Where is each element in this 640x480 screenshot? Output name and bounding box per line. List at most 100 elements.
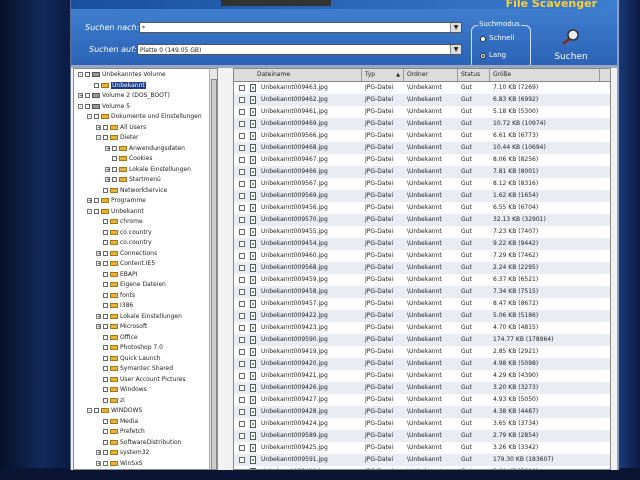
expand-toggle-icon[interactable]: - xyxy=(87,208,92,214)
tree-node-checkbox[interactable] xyxy=(112,177,117,182)
row-checkbox[interactable] xyxy=(239,361,245,367)
tree-node[interactable]: + Anwendungsdaten xyxy=(105,144,185,154)
tree-node[interactable]: Cookies xyxy=(105,154,153,164)
expand-toggle-icon[interactable]: + xyxy=(96,450,101,456)
tree-node[interactable]: + Lokale Einstellungen xyxy=(105,165,191,175)
search-in-combo[interactable]: Platte 0 (149.05 GB) ▼ xyxy=(137,44,462,55)
row-checkbox[interactable] xyxy=(239,385,245,391)
tree-node[interactable]: + Startmenü xyxy=(105,175,161,185)
tree-node[interactable]: Eigene Dateien xyxy=(96,280,166,290)
tree-node-checkbox[interactable] xyxy=(103,387,108,392)
tree-node[interactable]: + Connections xyxy=(96,249,157,259)
tree-node-checkbox[interactable] xyxy=(85,103,90,109)
tree-node[interactable]: - Dokumente und Einstellungen xyxy=(87,112,202,122)
row-checkbox[interactable] xyxy=(239,349,245,355)
tree-node[interactable]: Prefetch xyxy=(96,427,145,437)
tree-node[interactable]: SoftwareDistribution xyxy=(96,438,181,448)
table-row[interactable]: Unbekannt009568.jpg JPG-Datei \Unbekannt Gu… xyxy=(234,262,610,274)
row-checkbox[interactable] xyxy=(239,421,245,427)
tree-node-checkbox[interactable] xyxy=(103,240,108,245)
table-row[interactable]: Unbekannt009569.jpg JPG-Datei \Unbekannt Gu… xyxy=(234,190,610,202)
row-checkbox[interactable] xyxy=(239,169,245,175)
tree-node-checkbox[interactable] xyxy=(94,198,99,203)
column-header[interactable]: Dateiname xyxy=(254,69,362,81)
table-row[interactable]: Unbekannt009457.jpg JPG-Datei \Unbekannt Gu… xyxy=(234,298,610,310)
tree-node-checkbox[interactable] xyxy=(103,282,108,287)
tree-node-checkbox[interactable] xyxy=(103,460,108,466)
tree-node[interactable]: + WinSxS xyxy=(96,459,142,469)
row-checkbox[interactable] xyxy=(239,97,245,103)
table-row[interactable]: Unbekannt009589.jpg JPG-Datei \Unbekannt Gu… xyxy=(234,430,610,442)
row-checkbox[interactable] xyxy=(239,397,245,403)
tree-node[interactable]: Quick Launch xyxy=(96,354,161,364)
tree-node-checkbox[interactable] xyxy=(103,324,108,329)
row-checkbox[interactable] xyxy=(239,409,245,415)
table-row[interactable]: Unbekannt009424.jpg JPG-Datei \Unbekannt Gu… xyxy=(234,418,610,430)
tree-node-checkbox[interactable] xyxy=(94,208,99,214)
tree-node-checkbox[interactable] xyxy=(103,345,108,350)
tree-node[interactable]: - WINDOWS xyxy=(87,406,142,416)
tree-node-checkbox[interactable] xyxy=(103,429,108,434)
tree-node-checkbox[interactable] xyxy=(103,271,108,277)
column-header[interactable]: Ordner xyxy=(404,69,458,81)
tree-node-checkbox[interactable] xyxy=(103,313,108,319)
tree-node[interactable]: + Programme xyxy=(87,196,146,206)
row-checkbox[interactable] xyxy=(239,133,245,139)
tree-node[interactable]: co.country xyxy=(96,228,152,238)
tree-node[interactable]: NetworkService xyxy=(96,186,167,196)
chevron-down-icon[interactable]: ▼ xyxy=(450,23,461,32)
tree-node-checkbox[interactable] xyxy=(103,366,108,371)
table-row[interactable]: Unbekannt009456.jpg JPG-Datei \Unbekannt Gu… xyxy=(234,202,610,214)
row-checkbox[interactable] xyxy=(239,253,245,259)
row-checkbox[interactable] xyxy=(239,109,245,115)
row-checkbox[interactable] xyxy=(239,265,245,271)
table-row[interactable]: Unbekannt009425.jpg JPG-Datei \Unbekannt Gu… xyxy=(234,442,610,454)
tree-node-checkbox[interactable] xyxy=(103,187,108,193)
tree-node-checkbox[interactable] xyxy=(103,439,108,445)
expand-toggle-icon[interactable]: + xyxy=(87,198,92,204)
tree-node-checkbox[interactable] xyxy=(85,72,90,77)
tree-node-checkbox[interactable] xyxy=(103,229,108,235)
tree-node[interactable]: - Unbekannt xyxy=(87,207,144,217)
tree-node-checkbox[interactable] xyxy=(103,418,108,424)
tree-node[interactable]: + Lokale Einstellungen xyxy=(96,312,182,322)
search-for-combo[interactable]: * ▼ xyxy=(139,22,462,33)
tree-node[interactable]: I386 xyxy=(96,301,133,311)
expand-toggle-icon[interactable]: - xyxy=(96,135,101,141)
tree-node-checkbox[interactable] xyxy=(103,250,108,256)
row-checkbox[interactable] xyxy=(239,433,245,439)
column-header[interactable]: Status xyxy=(458,69,490,81)
expand-toggle-icon[interactable]: - xyxy=(87,114,92,120)
tree-node[interactable]: + Microsoft xyxy=(96,322,147,332)
row-checkbox[interactable] xyxy=(239,85,245,91)
tree-node-checkbox[interactable] xyxy=(94,408,99,413)
tree-node-checkbox[interactable] xyxy=(103,261,108,266)
table-row[interactable]: Unbekannt009461.jpg JPG-Datei \Unbekannt Gu… xyxy=(234,106,610,118)
tree-node[interactable]: Symantec Shared xyxy=(96,364,173,374)
tree-node[interactable]: + system32 xyxy=(96,448,149,458)
row-checkbox[interactable] xyxy=(239,469,245,470)
tree-node[interactable]: + All Users xyxy=(96,123,146,133)
tree-node[interactable]: Photoshop 7.0 xyxy=(96,343,163,353)
tree-node[interactable]: Office xyxy=(96,333,138,343)
table-row[interactable]: Unbekannt009570.jpg JPG-Datei \Unbekannt Gu… xyxy=(234,214,610,226)
chevron-down-icon[interactable]: ▼ xyxy=(450,45,461,54)
tree-node-checkbox[interactable] xyxy=(85,93,90,98)
tree-node-checkbox[interactable] xyxy=(112,156,117,161)
tree-node[interactable]: co.country xyxy=(96,238,152,248)
expand-toggle-icon[interactable]: + xyxy=(78,93,83,99)
table-row[interactable]: Unbekannt009428.jpg JPG-Datei \Unbekannt Gu… xyxy=(234,406,610,418)
expand-toggle-icon[interactable]: + xyxy=(96,324,101,330)
expand-toggle-icon[interactable]: + xyxy=(96,124,101,130)
row-checkbox[interactable] xyxy=(239,301,245,307)
table-row[interactable]: Unbekannt009567.jpg JPG-Datei \Unbekannt Gu… xyxy=(234,178,610,190)
expand-toggle-icon[interactable]: + xyxy=(105,166,110,172)
tree-node[interactable]: chrome xyxy=(96,217,143,227)
row-checkbox[interactable] xyxy=(239,289,245,295)
tree-node[interactable]: Unbekannt xyxy=(87,81,146,91)
radio-long-label[interactable]: Lang xyxy=(489,51,506,59)
tree-node[interactable]: Windows xyxy=(96,385,147,395)
expand-toggle-icon[interactable]: + xyxy=(105,177,110,183)
tree-node[interactable]: EBAPI xyxy=(96,270,137,280)
tree-node-checkbox[interactable] xyxy=(94,82,99,88)
